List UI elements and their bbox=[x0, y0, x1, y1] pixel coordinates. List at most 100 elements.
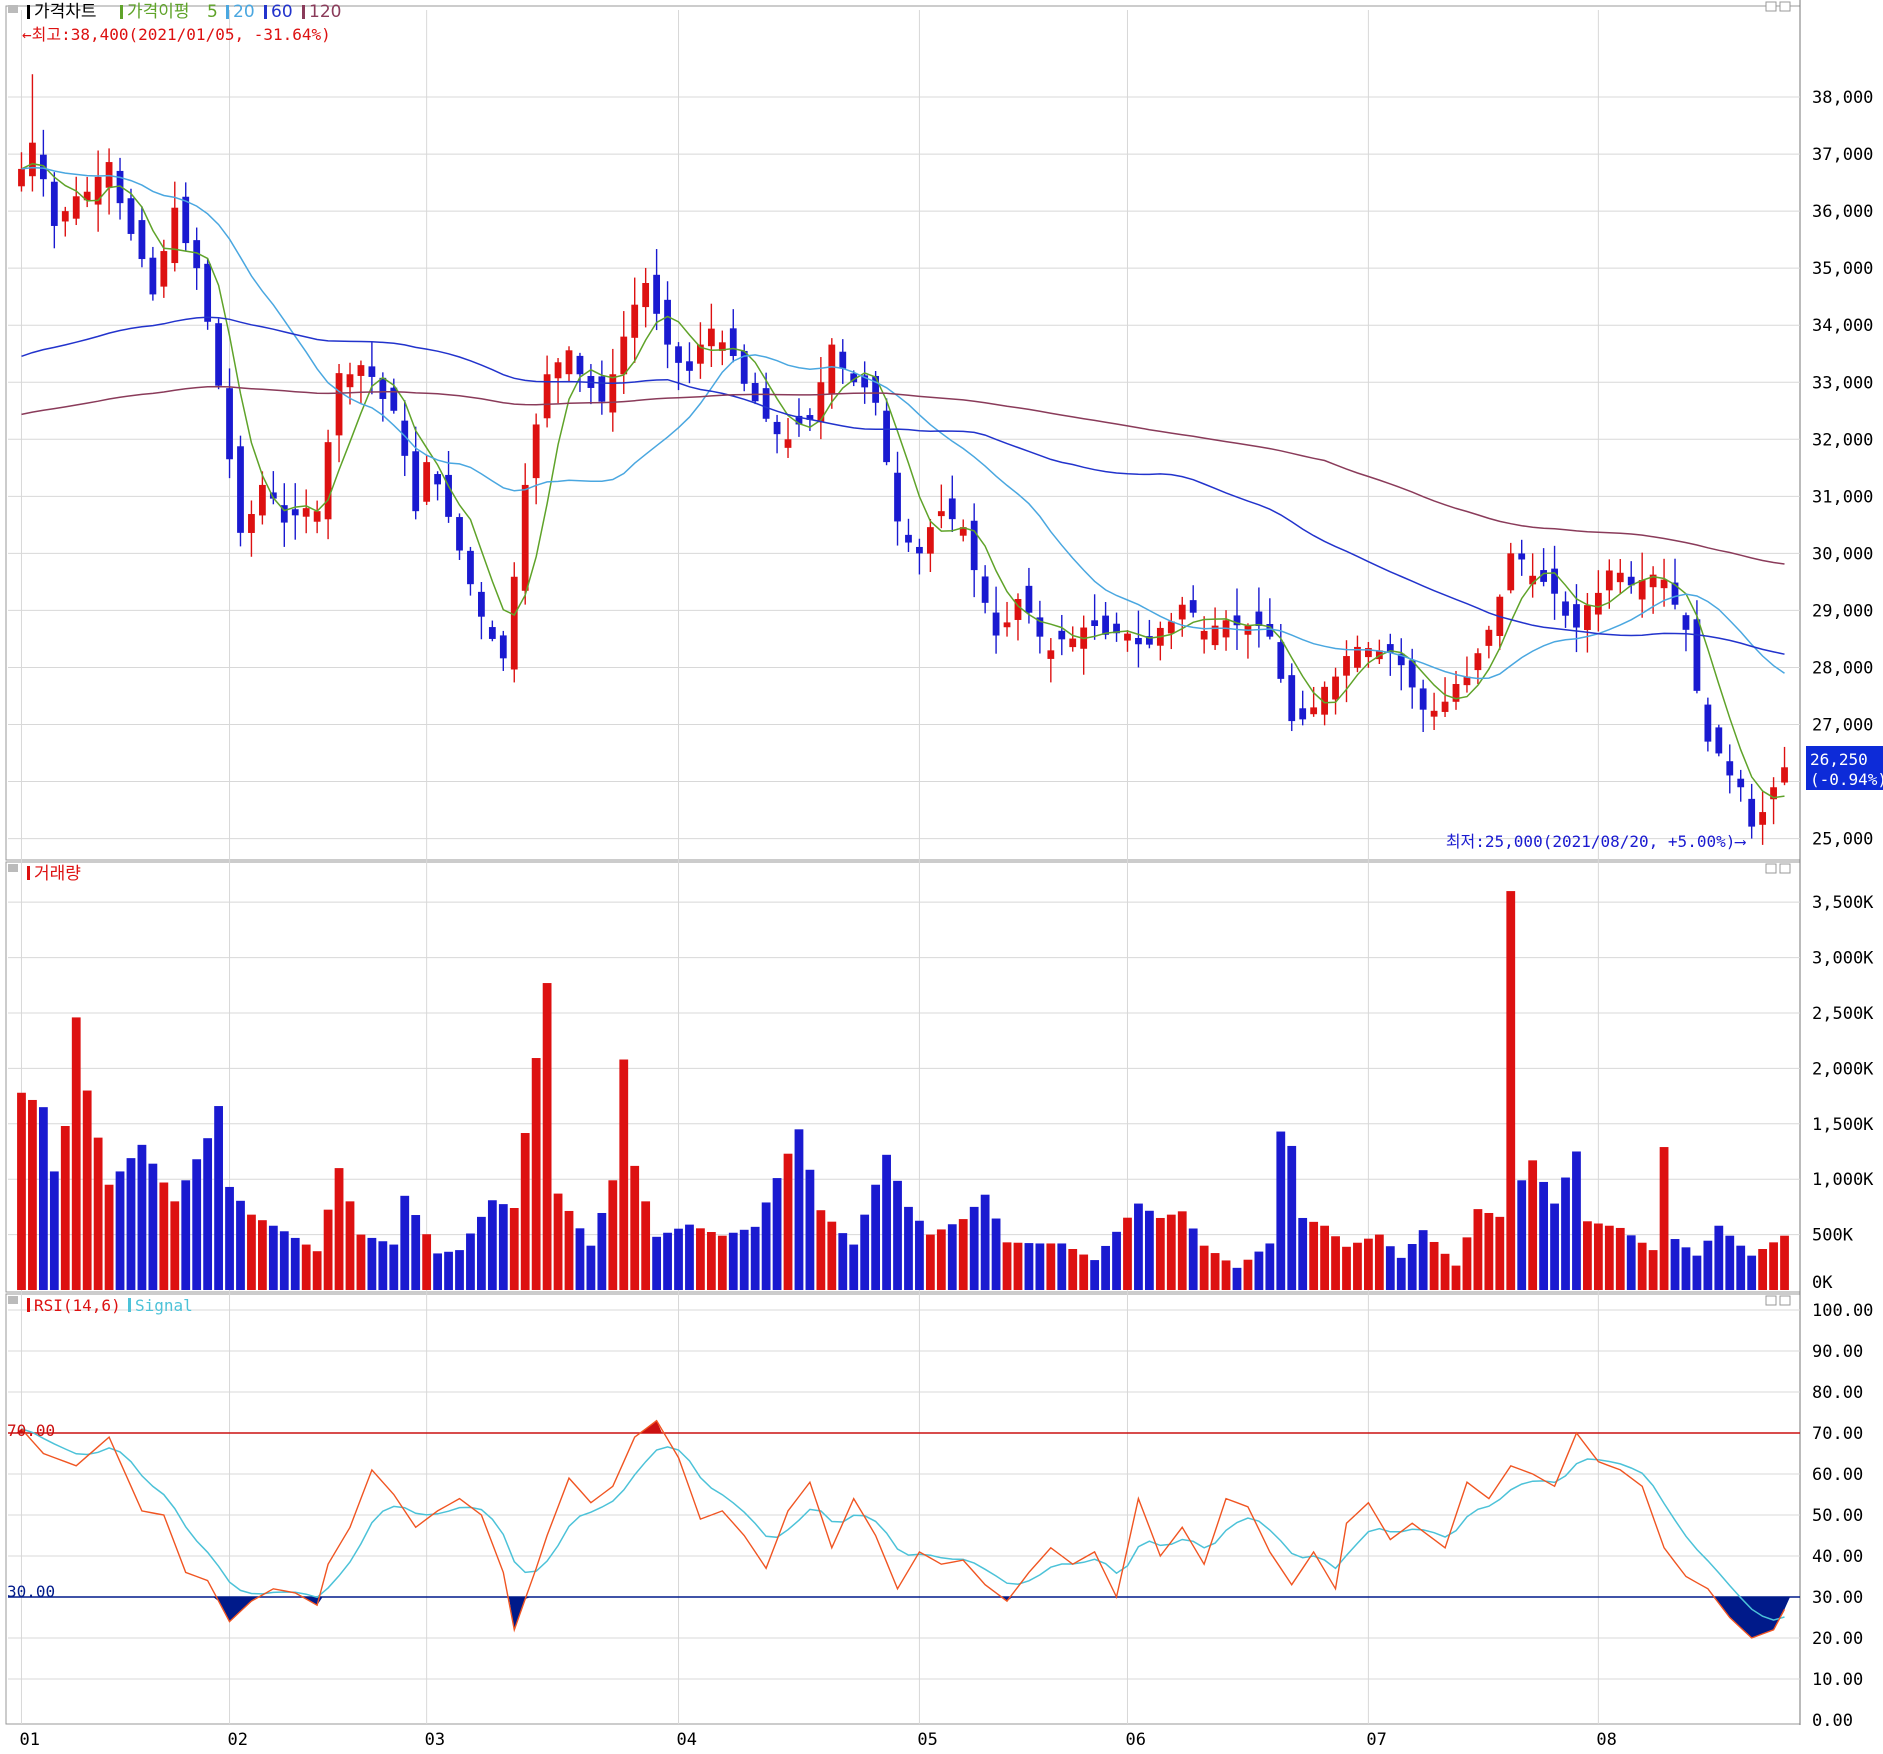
price-tick-label: 36,000 bbox=[1812, 202, 1873, 222]
volume-bar bbox=[159, 1182, 169, 1290]
volume-bar bbox=[257, 1220, 267, 1290]
volume-bar bbox=[531, 1058, 541, 1290]
panel-collapse-icon[interactable] bbox=[8, 1296, 18, 1304]
candle-body bbox=[1135, 638, 1142, 645]
volume-bar bbox=[980, 1194, 990, 1290]
volume-bar bbox=[49, 1171, 59, 1290]
candle-body bbox=[565, 350, 573, 375]
candle-body bbox=[1715, 727, 1723, 754]
candle-body bbox=[72, 196, 80, 219]
candle-body bbox=[532, 424, 540, 479]
candle-body bbox=[149, 257, 157, 295]
volume-bar bbox=[969, 1206, 979, 1290]
volume-bar bbox=[422, 1234, 432, 1290]
volume-bar bbox=[1254, 1251, 1264, 1290]
candle-body bbox=[346, 374, 354, 388]
candle-body bbox=[1299, 708, 1307, 720]
volume-bar bbox=[1407, 1244, 1417, 1290]
ma-legend-label: 가격이평 bbox=[127, 2, 190, 22]
ma-legend-marker bbox=[120, 5, 123, 19]
candle-body bbox=[204, 263, 212, 322]
volume-bar bbox=[38, 1107, 48, 1290]
panel-collapse-icon[interactable] bbox=[8, 864, 18, 872]
volume-bar bbox=[1451, 1265, 1461, 1290]
volume-bar bbox=[1462, 1237, 1472, 1290]
volume-bar bbox=[1287, 1145, 1297, 1290]
volume-tick-label: 1,500K bbox=[1812, 1115, 1874, 1135]
candle-body bbox=[1343, 656, 1350, 676]
volume-bar bbox=[487, 1200, 497, 1290]
candle-body bbox=[1178, 604, 1186, 620]
candle-body bbox=[916, 546, 923, 554]
candle-body bbox=[1518, 553, 1526, 560]
volume-bar bbox=[717, 1235, 727, 1290]
volume-bar bbox=[871, 1184, 881, 1290]
price-tick-label: 25,000 bbox=[1812, 830, 1873, 850]
candle-body bbox=[171, 207, 179, 264]
candle-body bbox=[1091, 620, 1099, 626]
volume-bar bbox=[137, 1144, 147, 1290]
volume-bar bbox=[1714, 1225, 1724, 1290]
panel-collapse-icon[interactable] bbox=[8, 5, 18, 13]
candle-body bbox=[839, 351, 847, 369]
volume-bar bbox=[805, 1169, 815, 1290]
volume-bar bbox=[225, 1186, 234, 1290]
rsi-70-label: 70.00 bbox=[7, 1421, 55, 1440]
candle-body bbox=[609, 374, 617, 413]
volume-bar bbox=[1342, 1246, 1351, 1290]
candle-body bbox=[215, 323, 222, 386]
volume-bar bbox=[444, 1251, 453, 1290]
last-change: (-0.94%) bbox=[1810, 770, 1883, 789]
candle-body bbox=[1562, 601, 1569, 616]
candle-body bbox=[1255, 611, 1263, 626]
close-icon[interactable] bbox=[1779, 863, 1791, 874]
candle-body bbox=[313, 511, 321, 522]
candle-body bbox=[1102, 615, 1109, 635]
volume-bar bbox=[466, 1233, 475, 1290]
volume-bar bbox=[1528, 1160, 1538, 1290]
price-tick-label: 34,000 bbox=[1812, 316, 1873, 336]
volume-bar bbox=[849, 1244, 859, 1290]
minimize-icon[interactable] bbox=[1765, 863, 1777, 874]
volume-bar bbox=[619, 1059, 629, 1290]
volume-bar bbox=[1035, 1243, 1045, 1290]
rsi-tick-label: 20.00 bbox=[1812, 1629, 1863, 1649]
candle-body bbox=[258, 484, 266, 516]
close-icon[interactable] bbox=[1779, 1295, 1791, 1306]
volume-bar bbox=[904, 1206, 913, 1290]
volume-tick-label: 3,000K bbox=[1812, 949, 1874, 969]
x-tick-label: 06 bbox=[1125, 1730, 1145, 1750]
volume-bar bbox=[739, 1229, 749, 1290]
volume-bar bbox=[82, 1090, 92, 1290]
volume-tick-label: 0K bbox=[1812, 1273, 1833, 1293]
minimize-icon[interactable] bbox=[1765, 1295, 1777, 1306]
candle-body bbox=[467, 550, 474, 585]
candle-body bbox=[1693, 619, 1701, 691]
volume-bar bbox=[1199, 1245, 1209, 1290]
candle-body bbox=[1638, 580, 1646, 600]
volume-bar bbox=[1166, 1214, 1176, 1290]
candle-body bbox=[576, 355, 584, 375]
minimize-icon[interactable] bbox=[1765, 1, 1777, 12]
volume-bar bbox=[1221, 1260, 1231, 1290]
volume-bar bbox=[586, 1245, 596, 1290]
candle-body bbox=[1003, 622, 1011, 628]
close-icon[interactable] bbox=[1779, 1, 1791, 12]
candle-body bbox=[905, 534, 912, 543]
candle-body bbox=[160, 251, 168, 287]
candle-body bbox=[18, 168, 25, 187]
candle-body bbox=[1573, 604, 1580, 628]
volume-bar bbox=[312, 1251, 322, 1290]
volume-bar bbox=[1374, 1234, 1384, 1290]
rsi-tick-label: 50.00 bbox=[1812, 1506, 1863, 1526]
volume-bar bbox=[115, 1171, 125, 1290]
volume-bar bbox=[93, 1137, 103, 1290]
volume-bar bbox=[268, 1225, 278, 1290]
volume-legend-title: 거래량 bbox=[34, 864, 81, 884]
price-tick-label: 27,000 bbox=[1812, 716, 1873, 736]
volume-bar bbox=[1320, 1225, 1329, 1290]
volume-bar bbox=[1243, 1259, 1253, 1290]
volume-bar bbox=[1648, 1250, 1658, 1290]
volume-bar bbox=[520, 1133, 530, 1290]
volume-tick-label: 1,000K bbox=[1812, 1170, 1874, 1190]
